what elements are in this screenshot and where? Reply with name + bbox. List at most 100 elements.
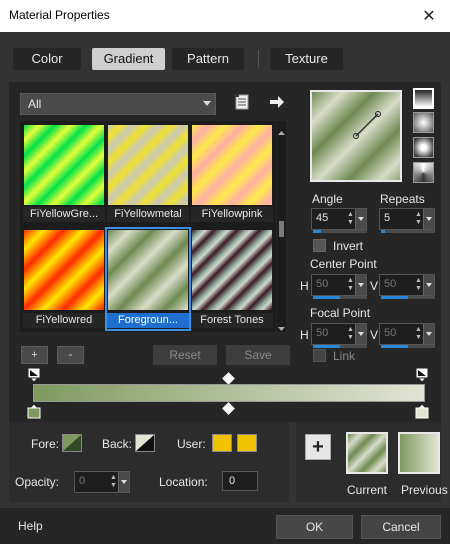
current-preview-fill xyxy=(348,434,386,472)
center-v-slider-fill xyxy=(381,296,408,299)
focal-h-spinner[interactable]: 50 ▲ ▼ xyxy=(311,323,367,348)
scroll-up-icon[interactable] xyxy=(278,125,285,135)
browse-icon[interactable] xyxy=(233,93,251,111)
spin-arrows-icon[interactable]: ▲ ▼ xyxy=(414,277,423,293)
center-h-label: H xyxy=(300,279,309,293)
invert-checkbox[interactable] xyxy=(313,239,326,252)
gradient-thumb-label: Forest Tones xyxy=(191,313,273,328)
link-label: Link xyxy=(333,349,356,363)
linear-style-button[interactable] xyxy=(413,88,434,109)
sunburst-style-icon xyxy=(414,163,433,182)
back-swatch[interactable] xyxy=(135,434,155,452)
dropdown-icon[interactable] xyxy=(355,275,366,295)
center-v-label: V xyxy=(370,279,379,293)
center-v-value: 50 xyxy=(384,278,397,290)
spin-arrows-icon[interactable]: ▲ ▼ xyxy=(346,326,355,342)
focal-v-spinner[interactable]: 50 ▲ ▼ xyxy=(379,323,435,348)
repeats-slider-fill xyxy=(381,230,385,233)
spin-arrows-icon[interactable]: ▲ ▼ xyxy=(346,211,355,227)
list-scrollbar[interactable] xyxy=(277,121,286,332)
previous-preview-fill xyxy=(400,434,438,472)
scroll-down-icon[interactable] xyxy=(278,321,285,331)
fore-label: Fore: xyxy=(31,437,60,451)
gradient-thumb[interactable] xyxy=(192,125,272,205)
user-color-radio[interactable] xyxy=(212,434,232,452)
scroll-thumb[interactable] xyxy=(279,221,284,237)
location-label: Location: xyxy=(159,475,208,489)
sunburst-style-button[interactable] xyxy=(413,162,434,183)
gradient-thumb[interactable] xyxy=(108,125,188,205)
previous-preview[interactable] xyxy=(398,432,440,474)
gradient-preview[interactable] xyxy=(310,90,402,182)
gradient-thumb[interactable] xyxy=(192,230,272,310)
opacity-spinner[interactable]: 0 ▲ ▼ xyxy=(74,471,130,493)
angle-spinner[interactable]: 45 ▲ ▼ xyxy=(311,208,367,233)
center-v-spinner[interactable]: 50 ▲ ▼ xyxy=(379,274,435,299)
current-label: Current xyxy=(347,483,388,497)
dropdown-icon[interactable] xyxy=(118,472,129,492)
dropdown-icon[interactable] xyxy=(355,209,366,229)
add-swatch-button[interactable]: + xyxy=(305,434,331,460)
dropdown-icon[interactable] xyxy=(423,324,434,344)
spin-arrows-icon[interactable]: ▲ ▼ xyxy=(414,211,423,227)
category-select[interactable]: All xyxy=(20,93,216,115)
angle-handle-icon[interactable] xyxy=(312,92,400,180)
repeats-slider-track[interactable] xyxy=(381,230,435,233)
gradient-thumb[interactable] xyxy=(108,230,188,310)
add-gradient-button[interactable]: + xyxy=(21,346,48,364)
color-stop-marker-left[interactable] xyxy=(27,403,43,419)
tab-divider xyxy=(258,50,259,68)
user-color-swatch[interactable] xyxy=(237,434,257,452)
tab-gradient[interactable]: Gradient xyxy=(92,48,165,70)
focal-h-value: 50 xyxy=(316,327,329,339)
gradient-thumb[interactable] xyxy=(24,230,104,310)
dropdown-icon[interactable] xyxy=(355,324,366,344)
rectangular-style-button[interactable] xyxy=(413,112,434,133)
focal-v-label: V xyxy=(370,328,379,342)
help-link[interactable]: Help xyxy=(18,519,43,533)
gradient-thumb-label: FiYellowmetal xyxy=(107,207,189,222)
ok-button[interactable]: OK xyxy=(276,515,353,539)
location-input[interactable]: 0 xyxy=(222,471,258,491)
back-label: Back: xyxy=(102,437,133,451)
spin-arrows-icon[interactable]: ▲ ▼ xyxy=(109,474,118,490)
invert-label: Invert xyxy=(333,239,364,253)
remove-gradient-button[interactable]: - xyxy=(57,346,84,364)
focal-v-slider-fill xyxy=(381,345,408,348)
angle-slider-fill xyxy=(313,230,321,233)
gradient-editor-bar[interactable] xyxy=(33,384,425,402)
reset-button[interactable]: Reset xyxy=(153,345,217,365)
save-button[interactable]: Save xyxy=(226,345,290,365)
repeats-label: Repeats xyxy=(380,192,425,206)
tab-pattern[interactable]: Pattern xyxy=(172,48,244,70)
user-label: User: xyxy=(177,437,206,451)
dropdown-icon[interactable] xyxy=(423,275,434,295)
tab-color[interactable]: Color xyxy=(13,48,81,70)
radial-style-button[interactable] xyxy=(413,137,434,158)
color-stop-marker-left-top[interactable] xyxy=(27,367,43,383)
spin-arrows-icon[interactable]: ▲ ▼ xyxy=(346,277,355,293)
current-preview xyxy=(346,432,388,474)
angle-slider-track[interactable] xyxy=(313,230,367,233)
gradient-thumb-label: FiYellowred xyxy=(23,313,105,328)
gradient-thumb[interactable] xyxy=(24,125,104,205)
color-stop-marker-right[interactable] xyxy=(415,403,431,419)
fore-swatch[interactable] xyxy=(62,434,82,452)
color-stop-marker-right-top[interactable] xyxy=(415,367,431,383)
angle-label: Angle xyxy=(312,192,343,206)
gradient-thumb-label: FiYellowpink xyxy=(191,207,273,222)
gradient-preview-fill xyxy=(312,92,400,180)
tab-texture[interactable]: Texture xyxy=(270,48,343,70)
close-icon[interactable]: ✕ xyxy=(408,0,450,32)
cancel-button[interactable]: Cancel xyxy=(361,515,441,539)
center-h-spinner[interactable]: 50 ▲ ▼ xyxy=(311,274,367,299)
opacity-value: 0 xyxy=(79,475,86,487)
dropdown-icon[interactable] xyxy=(423,209,434,229)
link-checkbox[interactable] xyxy=(313,349,326,362)
focal-point-label: Focal Point xyxy=(310,306,371,320)
spin-arrows-icon[interactable]: ▲ ▼ xyxy=(414,326,423,342)
radial-style-icon xyxy=(414,138,433,157)
repeats-spinner[interactable]: 5 ▲ ▼ xyxy=(379,208,435,233)
arrow-right-icon[interactable] xyxy=(268,93,286,111)
center-point-label: Center Point xyxy=(310,257,377,271)
